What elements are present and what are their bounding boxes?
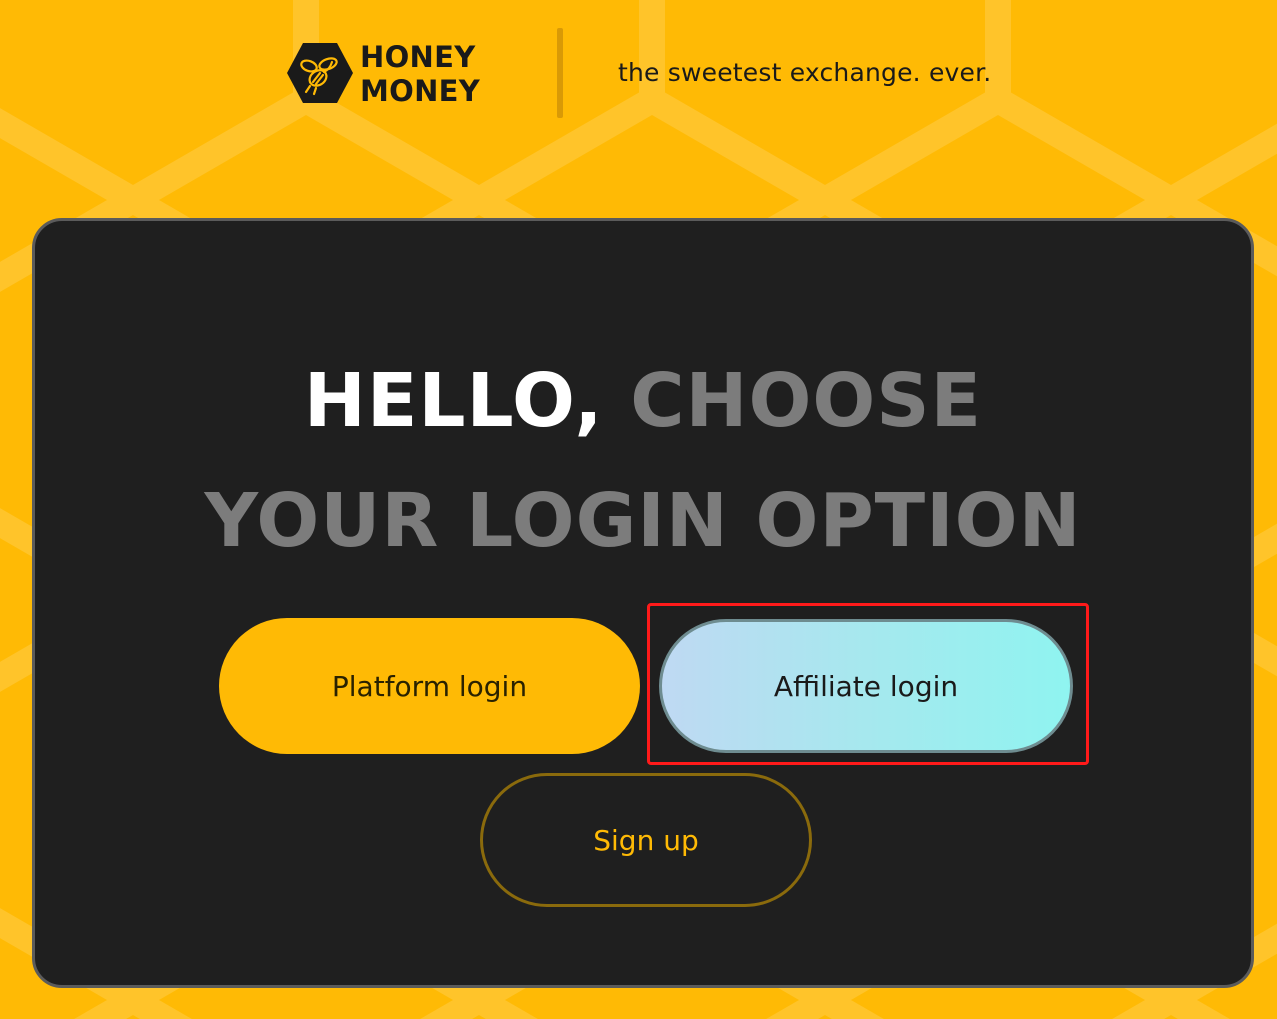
headline-greeting: HELLO, — [303, 358, 604, 444]
tagline: the sweetest exchange. ever. — [618, 58, 992, 87]
platform-login-button[interactable]: Platform login — [219, 618, 640, 754]
logo-line-honey: HONEY — [360, 40, 476, 74]
headline-line-1: HELLO, CHOOSE — [35, 341, 1251, 461]
logo-line-money: MONEY — [360, 74, 481, 108]
header: HONEY MONEY the sweetest exchange. ever. — [0, 0, 1277, 150]
headline-line-2: YOUR LOGIN OPTION — [204, 478, 1082, 564]
login-card: HELLO, CHOOSE YOUR LOGIN OPTION Platform… — [32, 218, 1254, 988]
brand-logo-text[interactable]: HONEY MONEY — [360, 40, 520, 108]
page-title: HELLO, CHOOSE YOUR LOGIN OPTION — [35, 341, 1251, 581]
sign-up-button[interactable]: Sign up — [480, 773, 812, 907]
bee-hexagon-icon[interactable] — [286, 42, 354, 104]
affiliate-login-button[interactable]: Affiliate login — [659, 619, 1073, 753]
header-divider — [557, 28, 563, 118]
headline-choose: CHOOSE — [630, 358, 983, 444]
